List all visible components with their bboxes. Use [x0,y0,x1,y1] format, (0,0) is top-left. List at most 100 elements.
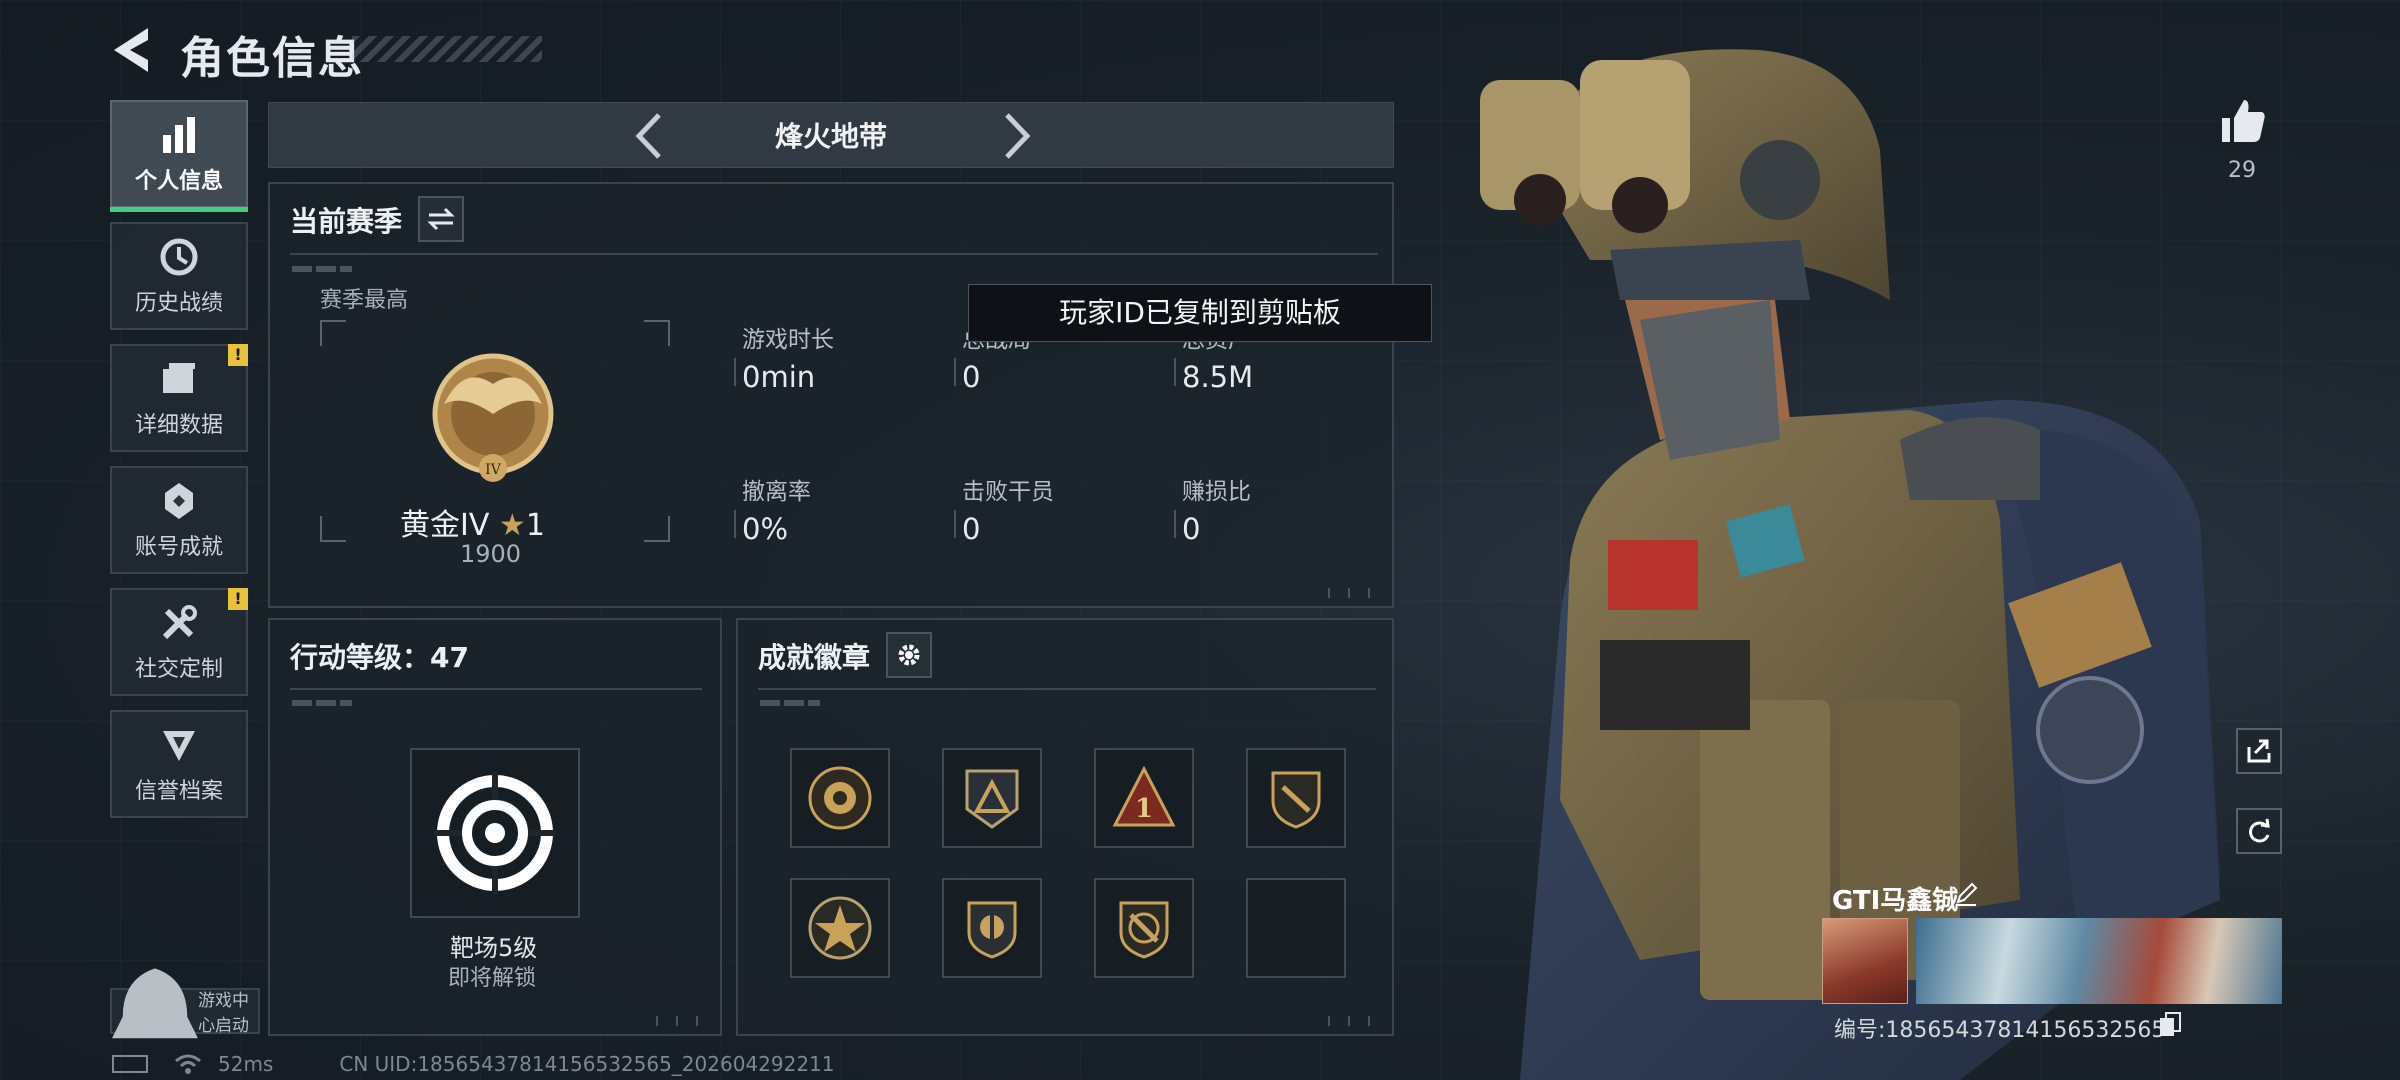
emblem-badge-icon [808,766,872,830]
shooting-range-slot[interactable] [410,748,580,918]
badges-divider [758,688,1376,690]
badge-slot-7[interactable] [1094,878,1194,978]
stat-divider [954,510,956,538]
nav-item-social-custom[interactable]: 社交定制 ! [110,588,248,696]
stat-label-profit-ratio: 赚损比 [1182,479,1251,505]
nav-item-label: 社交定制 [134,657,223,682]
stat-divider [954,358,956,386]
stat-divider [1174,510,1176,538]
avatar[interactable] [1822,918,1908,1004]
unlock-status: 即将解锁 [448,966,537,991]
nav-item-label: 账号成就 [134,535,223,560]
stat-value-operators-defeated: 0 [962,512,981,546]
badges-title: 成就徽章 [758,641,871,674]
nav-item-label: 信誉档案 [134,779,223,804]
emblem-numeral: IV [485,462,502,478]
badge-slot-5[interactable] [790,878,890,978]
copy-icon[interactable] [2158,1012,2182,1038]
nav-item-personal-info[interactable]: 个人信息 [110,100,248,212]
wifi-icon [175,1054,201,1074]
action-level-divider [290,688,702,690]
bar-chart-icon [163,117,195,153]
stat-divider [1174,358,1176,386]
folder-icon [163,363,195,393]
warning-badge: ! [228,344,248,366]
season-title: 当前赛季 [290,205,403,238]
stat-value-total-matches: 0 [962,360,981,394]
tick-decoration [760,700,820,706]
rank-name-text: 黄金IV [400,508,490,543]
stat-divider [734,358,736,386]
achievement-icon [165,483,193,519]
panel-corner-decoration [1322,588,1384,598]
stat-label-extract-rate: 撤离率 [742,479,811,505]
warning-badge: ! [228,588,248,610]
mode-selector: 烽火地带 [268,102,1394,168]
bell-icon [112,968,198,1038]
target-icon [434,772,556,894]
swap-arrows-icon [427,207,455,231]
mode-title: 烽火地带 [774,120,887,153]
profile-banner[interactable] [1916,918,2282,1004]
tools-icon [162,605,197,640]
tick-decoration [292,266,352,272]
thumbs-up-icon[interactable] [2218,96,2268,146]
copied-toast: 玩家ID已复制到剪贴板 [968,284,1432,342]
side-nav: 个人信息 历史战绩 详细数据 ! 账号成就 社交定制 ! 信誉档案 [110,100,250,832]
stat-value-extract-rate: 0% [742,512,789,546]
nav-item-history[interactable]: 历史战绩 [110,222,248,330]
gold-rank-emblem-icon: IV [432,353,554,482]
star-badge-icon [808,896,872,960]
badge-slot-empty[interactable] [1246,878,1346,978]
badge-slot-4[interactable] [1246,748,1346,848]
ping-text: 52ms [218,1052,274,1076]
player-name: GTI马鑫铖 [1832,886,1959,916]
tick-decoration [292,700,352,706]
uid-text: CN UID:18565437814156532565_202604292211 [339,1052,835,1076]
stat-label-playtime: 游戏时长 [742,327,834,353]
stat-value-profit-ratio: 0 [1182,512,1201,546]
reputation-icon [163,731,195,761]
rank-one-badge-icon: 1 [1112,765,1176,827]
triangle-badge-icon [965,769,1019,829]
stat-label-operators-defeated: 击败干员 [962,479,1054,505]
badge-slot-6[interactable] [942,878,1042,978]
badge-slot-3[interactable]: 1 [1094,748,1194,848]
shooting-range-level: 靶场5级 [450,934,538,962]
nav-item-label: 个人信息 [134,169,223,194]
battery-icon [112,1055,148,1073]
badge-slot-2[interactable] [942,748,1042,848]
nav-item-label: 历史战绩 [134,291,223,316]
badge-settings-button[interactable] [886,632,932,678]
season-peak-label: 赛季最高 [320,288,409,313]
swap-season-button[interactable] [418,196,464,242]
history-clock-icon [160,238,198,276]
share-icon [2247,739,2271,763]
action-level-title: 行动等级：47 [290,641,469,674]
nav-item-reputation[interactable]: 信誉档案 [110,710,248,818]
game-center-launch-button[interactable]: 游戏中心启动 [110,968,260,1038]
badge-slot-1[interactable] [790,748,890,848]
page-title: 角色信息 [180,33,364,84]
stat-divider [734,510,736,538]
knife-badge-icon [1119,901,1169,959]
stat-value-playtime: 0min [742,360,816,394]
shield-badge-icon [1271,771,1321,829]
rank-score: 1900 [460,540,522,568]
stat-value-total-assets: 8.5M [1182,360,1254,394]
edit-pencil-icon[interactable] [1954,882,1978,906]
crest-badge-icon [967,901,1017,959]
back-arrow-icon[interactable] [108,24,156,76]
share-button[interactable] [2236,728,2282,774]
next-mode-arrow-icon[interactable] [991,111,1039,161]
nav-item-detailed-data[interactable]: 详细数据 ! [110,344,248,452]
player-id: 编号:18565437814156532565 [1834,1018,2166,1043]
season-divider [290,253,1378,255]
nav-item-label: 详细数据 [134,413,223,438]
svg-text:1: 1 [1135,794,1153,824]
panel-corner-decoration [650,1016,712,1026]
panel-corner-decoration [1322,1016,1384,1026]
rank-name: 黄金IV ★1 [400,500,545,544]
refresh-button[interactable] [2236,808,2282,854]
nav-item-achievements[interactable]: 账号成就 [110,466,248,574]
